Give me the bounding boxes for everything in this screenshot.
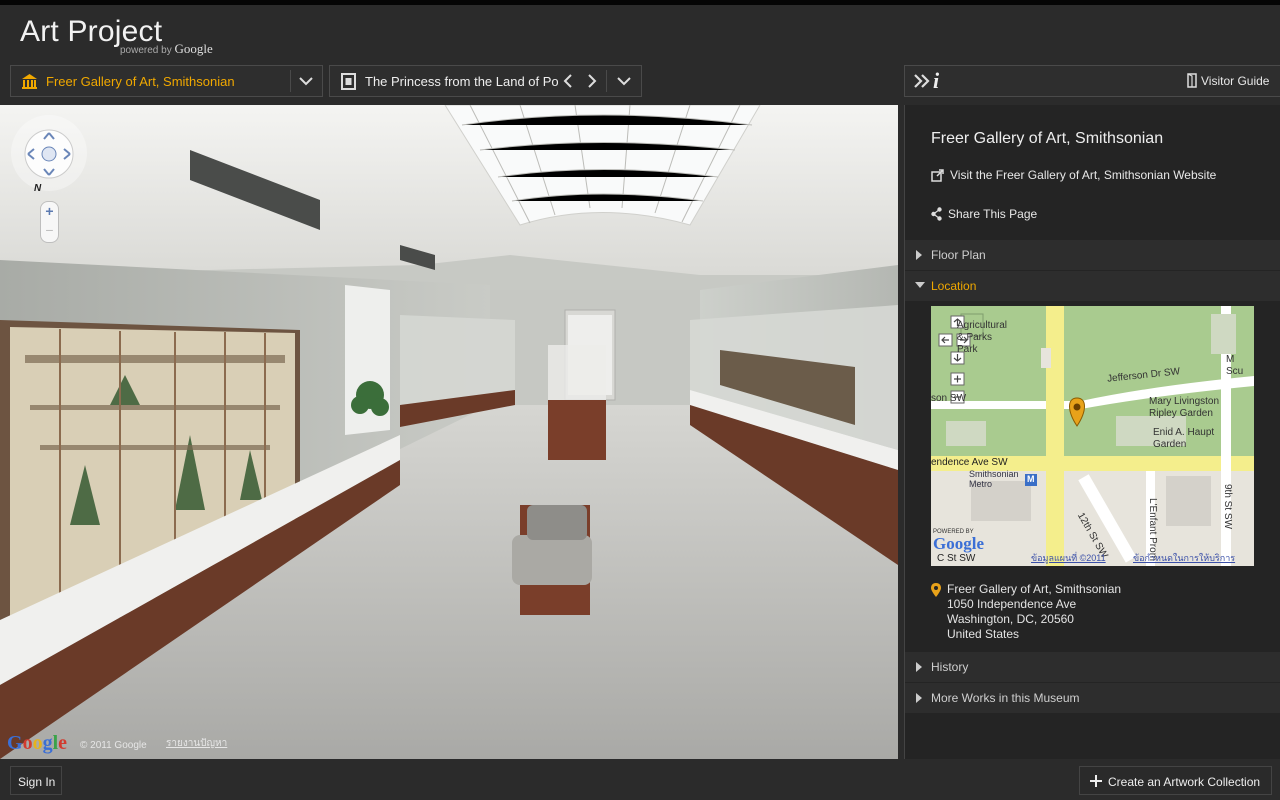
location-pin-icon <box>931 583 941 597</box>
map-label-haupt: Enid A. Haupt Garden <box>1153 427 1215 450</box>
address-country: United States <box>947 627 1020 641</box>
map-label-ripley: Mary Livingston Ripley Garden <box>1149 396 1220 419</box>
share-link[interactable]: Share This Page <box>931 207 1037 221</box>
zoom-out-button[interactable]: − <box>41 222 58 238</box>
pan-control[interactable] <box>24 129 74 179</box>
map-terms-link[interactable]: ข้อกำหนดในการให้บริการ <box>1133 551 1235 565</box>
viewer-copyright: © 2011 Google <box>80 740 147 751</box>
artwork-frame-icon <box>341 73 356 90</box>
section-floor-plan[interactable]: Floor Plan <box>905 240 1280 270</box>
powered-by-prefix: powered by <box>120 45 172 56</box>
museum-address: Freer Gallery of Art, Smithsonian 1050 I… <box>947 582 1121 642</box>
chevron-left-icon[interactable] <box>560 72 578 90</box>
app-logo[interactable]: Art Project powered by Google <box>20 14 213 56</box>
info-icon[interactable]: i <box>933 68 939 94</box>
map-label-independence: endence Ave SW <box>931 457 1008 468</box>
chevron-down-icon[interactable] <box>615 72 633 90</box>
section-location[interactable]: Location <box>905 271 1280 301</box>
bottom-bar: Sign In Create an Artwork Collection <box>0 759 1280 800</box>
section-history[interactable]: History <box>905 652 1280 682</box>
powered-by-brand: Google <box>174 41 213 56</box>
collapse-panel-icon[interactable] <box>913 73 931 89</box>
map-label-park: Agricultural & Parks Park <box>957 320 1008 355</box>
map-label-9th: 9th St SW <box>1222 483 1234 530</box>
section-label: Location <box>931 279 977 293</box>
address-street: 1050 Independence Ave <box>947 597 1077 611</box>
section-label: Floor Plan <box>931 248 986 262</box>
caret-right-icon <box>916 693 922 703</box>
address-city: Washington, DC, 20560 <box>947 612 1074 626</box>
plus-icon <box>1090 775 1102 787</box>
map-label-c-st: C St SW <box>937 553 976 564</box>
report-problem-link[interactable]: รายงานปัญหา <box>166 736 227 751</box>
share-icon <box>931 207 942 221</box>
chevron-down-icon[interactable] <box>297 72 315 90</box>
info-toolbar: i Visitor Guide <box>904 65 1280 97</box>
visitor-guide-icon <box>1187 73 1197 88</box>
create-collection-label: Create an Artwork Collection <box>1108 775 1261 789</box>
website-link-label: Visit the Freer Gallery of Art, Smithson… <box>950 168 1217 182</box>
map-label-metro: Smithsonian Metro <box>969 469 1019 489</box>
chevron-right-icon[interactable] <box>583 72 601 90</box>
caret-right-icon <box>916 662 922 672</box>
divider <box>606 70 607 92</box>
info-panel: Freer Gallery of Art, Smithsonian Visit … <box>904 105 1280 759</box>
powered-by: powered by Google <box>120 41 213 57</box>
map-label-metro-m: M <box>1027 474 1035 484</box>
create-collection-button[interactable]: Create an Artwork Collection <box>1079 766 1272 795</box>
caret-right-icon <box>916 250 922 260</box>
location-map[interactable]: Agricultural & Parks Park Jefferson Dr S… <box>931 306 1254 566</box>
compass-north-label: N <box>34 183 42 194</box>
section-label: More Works in this Museum <box>931 691 1080 705</box>
map-label-scu: M Scu <box>1226 354 1244 377</box>
sign-in-button[interactable]: Sign In <box>10 766 62 795</box>
museum-select[interactable]: Freer Gallery of Art, Smithsonian <box>10 65 323 97</box>
section-more-works[interactable]: More Works in this Museum <box>905 683 1280 713</box>
map-label-son: son SW <box>931 393 967 404</box>
museum-select-value: Freer Gallery of Art, Smithsonian <box>46 74 235 89</box>
share-link-label: Share This Page <box>948 207 1038 221</box>
zoom-control: + − <box>40 201 59 243</box>
gallery-scene <box>0 105 898 759</box>
section-label: History <box>931 660 969 674</box>
map-data-credit: ข้อมูลแผนที่ ©2011 <box>1031 553 1106 563</box>
top-strip <box>0 0 1280 5</box>
caret-down-icon <box>915 282 925 288</box>
visitor-guide-link[interactable]: Visitor Guide <box>1201 74 1269 88</box>
website-link[interactable]: Visit the Freer Gallery of Art, Smithson… <box>931 168 1216 182</box>
panel-title: Freer Gallery of Art, Smithsonian <box>931 130 1164 147</box>
zoom-in-button[interactable]: + <box>41 203 58 219</box>
map-google-logo: Google <box>933 534 984 553</box>
sign-in-label: Sign In <box>18 775 56 789</box>
artwork-select[interactable]: The Princess from the Land of Porc <box>329 65 642 97</box>
museum-icon <box>22 74 37 89</box>
google-logo: Google <box>7 732 68 754</box>
address-name: Freer Gallery of Art, Smithsonian <box>947 582 1122 596</box>
divider <box>290 70 291 92</box>
external-link-icon <box>931 168 944 182</box>
gallery-panorama[interactable]: N + − Google © 2011 Google รายงานปัญหา <box>0 105 898 759</box>
artwork-select-value: The Princess from the Land of Porc <box>365 74 558 89</box>
